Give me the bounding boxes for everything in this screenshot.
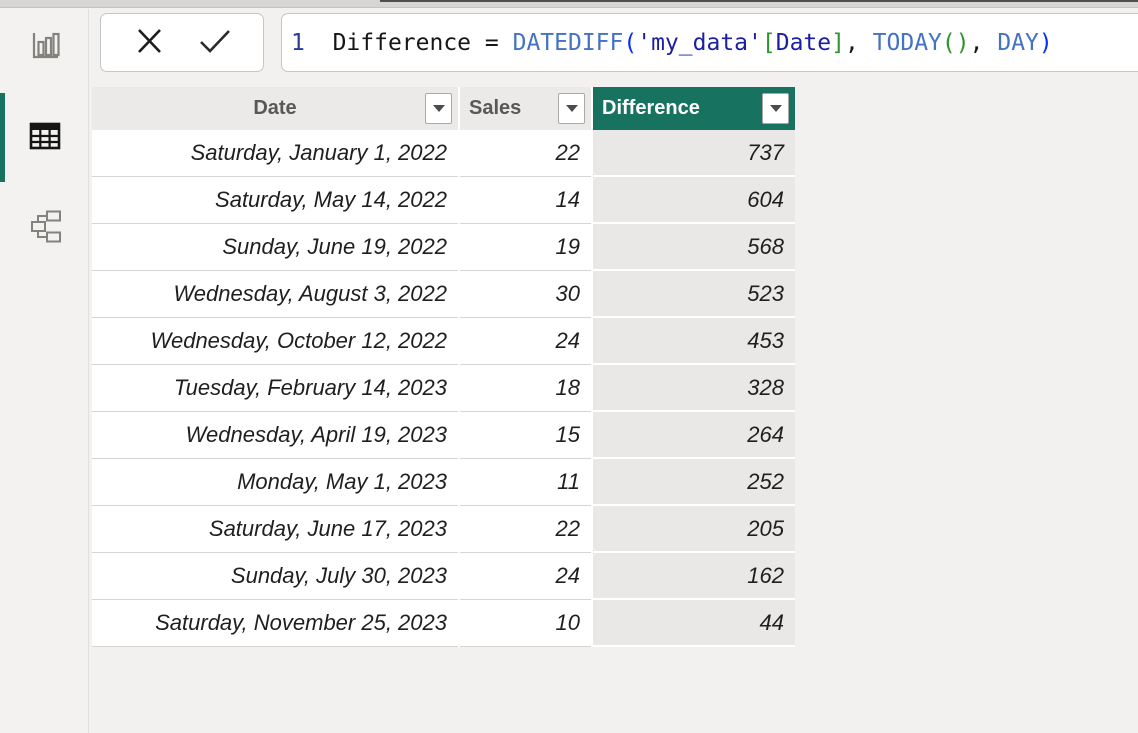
date-cell[interactable]: Saturday, May 14, 2022 <box>92 177 458 224</box>
table-header-row: Date Sales Difference <box>92 87 795 130</box>
sales-cell[interactable]: 11 <box>460 459 591 506</box>
column-header-label: Date <box>253 97 296 120</box>
view-switcher-sidebar <box>0 9 89 733</box>
table-row: Wednesday, April 19, 2023 15 264 <box>92 412 795 459</box>
difference-cell[interactable]: 604 <box>593 177 795 224</box>
sales-cell[interactable]: 15 <box>460 412 591 459</box>
close-icon <box>132 24 166 61</box>
table-row: Sunday, July 30, 2023 24 162 <box>92 553 795 600</box>
dax-formula-bar[interactable]: 1 Difference = DATEDIFF('my_data'[Date],… <box>281 13 1138 72</box>
dax-token: ) <box>1039 30 1053 56</box>
sales-cell[interactable]: 14 <box>460 177 591 224</box>
dax-token: TODAY <box>873 30 942 56</box>
top-strip <box>0 0 1138 8</box>
dax-token: [ <box>762 30 776 56</box>
dax-token: , <box>970 30 998 56</box>
difference-cell[interactable]: 523 <box>593 271 795 318</box>
date-cell[interactable]: Sunday, July 30, 2023 <box>92 553 458 600</box>
data-table: Date Sales Difference <box>92 87 795 647</box>
powerbi-data-view: 1 Difference = DATEDIFF('my_data'[Date],… <box>0 0 1138 733</box>
sales-cell[interactable]: 24 <box>460 553 591 600</box>
sales-cell[interactable]: 18 <box>460 365 591 412</box>
table-row: Saturday, November 25, 2023 10 44 <box>92 600 795 647</box>
table-row: Sunday, June 19, 2022 19 568 <box>92 224 795 271</box>
window-edge-line <box>380 0 1138 2</box>
dax-formula-text: Difference = DATEDIFF('my_data'[Date], T… <box>333 30 1053 56</box>
difference-cell[interactable]: 737 <box>593 130 795 177</box>
dax-token: DATEDIFF <box>513 30 624 56</box>
date-cell[interactable]: Tuesday, February 14, 2023 <box>92 365 458 412</box>
dax-token: Difference <box>333 30 471 56</box>
table-row: Saturday, January 1, 2022 22 737 <box>92 130 795 177</box>
dax-token: 'my_data' <box>637 30 762 56</box>
sales-cell[interactable]: 22 <box>460 130 591 177</box>
table-body: Saturday, January 1, 2022 22 737 Saturda… <box>92 130 795 647</box>
table-row: Wednesday, October 12, 2022 24 453 <box>92 318 795 365</box>
date-filter-button[interactable] <box>425 93 452 124</box>
commit-formula-button[interactable] <box>195 23 235 63</box>
dax-token: ( <box>623 30 637 56</box>
column-header-label: Sales <box>469 97 521 120</box>
column-header-label: Difference <box>602 97 700 120</box>
chevron-down-icon <box>433 105 445 112</box>
chevron-down-icon <box>770 105 782 112</box>
sales-cell[interactable]: 24 <box>460 318 591 365</box>
difference-cell[interactable]: 264 <box>593 412 795 459</box>
sales-cell[interactable]: 10 <box>460 600 591 647</box>
sales-cell[interactable]: 22 <box>460 506 591 553</box>
date-cell[interactable]: Saturday, November 25, 2023 <box>92 600 458 647</box>
column-header-date[interactable]: Date <box>92 87 458 130</box>
difference-cell[interactable]: 162 <box>593 553 795 600</box>
table-row: Wednesday, August 3, 2022 30 523 <box>92 271 795 318</box>
formula-action-buttons <box>100 13 264 72</box>
table-row: Monday, May 1, 2023 11 252 <box>92 459 795 506</box>
difference-cell[interactable]: 44 <box>593 600 795 647</box>
cancel-formula-button[interactable] <box>129 23 169 63</box>
dax-token: Date <box>776 30 831 56</box>
column-header-sales[interactable]: Sales <box>460 87 591 130</box>
table-row: Tuesday, February 14, 2023 18 328 <box>92 365 795 412</box>
date-cell[interactable]: Monday, May 1, 2023 <box>92 459 458 506</box>
table-row: Saturday, June 17, 2023 22 205 <box>92 506 795 553</box>
difference-cell[interactable]: 328 <box>593 365 795 412</box>
model-diagram-icon <box>27 208 63 247</box>
sidebar-item-model-view[interactable] <box>0 203 89 251</box>
difference-cell[interactable]: 205 <box>593 506 795 553</box>
bar-chart-icon <box>28 29 62 66</box>
formula-line-number: 1 <box>291 30 305 56</box>
sales-filter-button[interactable] <box>558 93 585 124</box>
difference-cell[interactable]: 252 <box>593 459 795 506</box>
chevron-down-icon <box>566 105 578 112</box>
sales-cell[interactable]: 30 <box>460 271 591 318</box>
difference-cell[interactable]: 568 <box>593 224 795 271</box>
date-cell[interactable]: Sunday, June 19, 2022 <box>92 224 458 271</box>
dax-token: = <box>471 30 513 56</box>
sales-cell[interactable]: 19 <box>460 224 591 271</box>
date-cell[interactable]: Saturday, June 17, 2023 <box>92 506 458 553</box>
date-cell[interactable]: Wednesday, April 19, 2023 <box>92 412 458 459</box>
sidebar-item-report-view[interactable] <box>0 23 89 71</box>
dax-token: , <box>845 30 873 56</box>
difference-cell[interactable]: 453 <box>593 318 795 365</box>
date-cell[interactable]: Wednesday, October 12, 2022 <box>92 318 458 365</box>
dax-token: DAY <box>997 30 1039 56</box>
dax-token: ) <box>956 30 970 56</box>
date-cell[interactable]: Wednesday, August 3, 2022 <box>92 271 458 318</box>
data-view-main: 1 Difference = DATEDIFF('my_data'[Date],… <box>90 9 1138 733</box>
table-grid-icon <box>27 119 63 156</box>
table-row: Saturday, May 14, 2022 14 604 <box>92 177 795 224</box>
check-icon <box>195 24 235 61</box>
dax-token: ] <box>831 30 845 56</box>
difference-filter-button[interactable] <box>762 93 789 124</box>
dax-token: ( <box>942 30 956 56</box>
column-header-difference[interactable]: Difference <box>593 87 795 130</box>
sidebar-item-data-view[interactable] <box>0 113 89 161</box>
date-cell[interactable]: Saturday, January 1, 2022 <box>92 130 458 177</box>
